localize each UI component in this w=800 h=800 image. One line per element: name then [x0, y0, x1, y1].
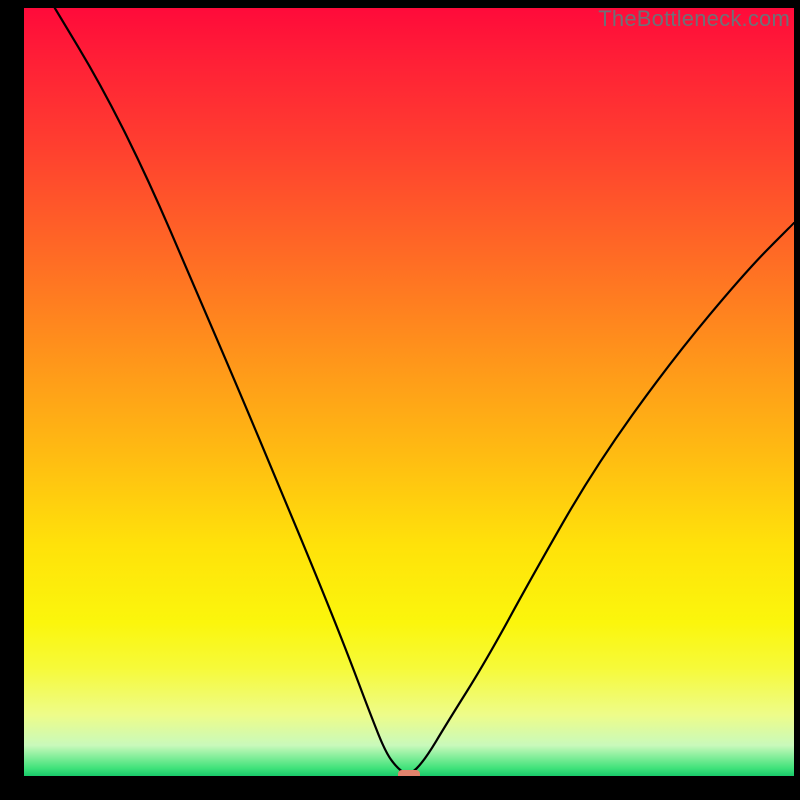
bottleneck-curve — [55, 8, 794, 773]
plot-area — [24, 8, 794, 776]
watermark-text: TheBottleneck.com — [598, 6, 790, 32]
chart-frame: TheBottleneck.com — [0, 0, 800, 800]
bottleneck-curve-svg — [24, 8, 794, 776]
vertex-marker — [398, 770, 420, 776]
